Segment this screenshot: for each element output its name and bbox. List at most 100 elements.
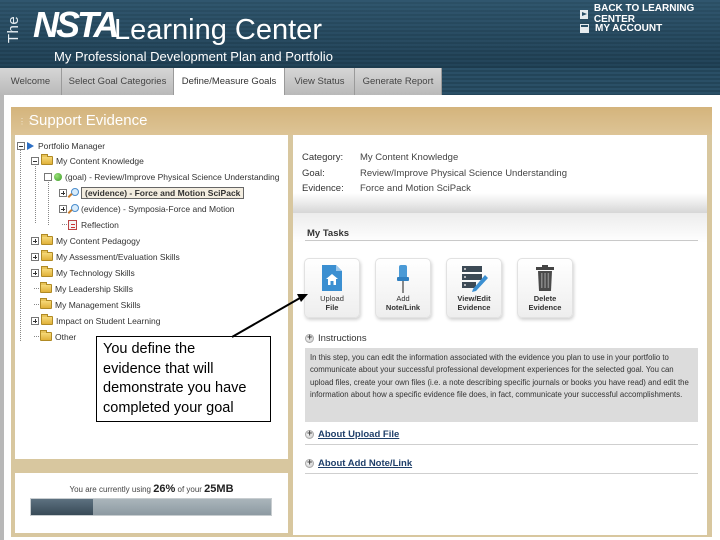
tree-item-label[interactable]: Other <box>55 332 76 342</box>
about-upload-file-link[interactable]: About Upload File <box>305 428 399 440</box>
tree-item-label[interactable]: (goal) - Review/Improve Physical Science… <box>65 172 279 182</box>
tree-item[interactable]: My Management Skills <box>34 298 141 311</box>
folder-icon <box>41 314 53 325</box>
storage-usage-text: You are currently using 26% of your 25MB <box>15 483 288 495</box>
tab-welcome[interactable]: Welcome <box>0 68 62 95</box>
annotation-callout: You define the evidence that will demons… <box>96 336 271 422</box>
my-account-link[interactable]: MY ACCOUNT <box>580 22 662 34</box>
tree-item[interactable]: My Content Pedagogy <box>31 234 140 247</box>
storage-usage-panel: You are currently using 26% of your 25MB <box>15 473 288 533</box>
divider <box>305 473 698 474</box>
tree-item-label[interactable]: Impact on Student Learning <box>56 316 160 326</box>
upload-file-button[interactable]: Upload File <box>304 258 360 318</box>
pushpin-icon <box>397 265 409 293</box>
tree-item-label[interactable]: My Leadership Skills <box>55 284 133 294</box>
tree-item-label[interactable]: My Technology Skills <box>56 268 135 278</box>
tree-item-label[interactable]: My Content Pedagogy <box>56 236 140 246</box>
tree-item-label[interactable]: (evidence) - Symposia-Force and Motion <box>81 204 235 214</box>
tree-item[interactable]: Reflection <box>62 218 119 231</box>
tab-view-status[interactable]: View Status <box>285 68 355 95</box>
tree-item[interactable]: My Assessment/Evaluation Skills <box>31 250 180 263</box>
panel-title-bar: ⋮⋮ Support Evidence <box>11 107 712 135</box>
account-icon <box>580 23 589 33</box>
folder-icon <box>40 330 52 341</box>
tree-item[interactable]: Impact on Student Learning <box>31 314 160 327</box>
instructions-toggle[interactable]: Instructions <box>305 332 367 344</box>
delete-evidence-button[interactable]: Delete Evidence <box>517 258 573 318</box>
logo-brand[interactable]: NSTA <box>33 4 119 46</box>
about-add-note-link-label[interactable]: About Add Note/Link <box>318 458 412 469</box>
logo-the-text: The <box>5 15 23 44</box>
tree-item[interactable]: (evidence) - Symposia-Force and Motion <box>59 202 235 215</box>
divider <box>305 444 698 445</box>
collapse-toggle[interactable] <box>17 141 25 150</box>
tree-item-label[interactable]: My Content Knowledge <box>56 156 144 166</box>
expand-circle-icon <box>305 457 314 468</box>
tab-define-measure-goals[interactable]: Define/Measure Goals <box>174 68 285 95</box>
category-label: Category: <box>302 152 344 163</box>
expand-toggle[interactable] <box>31 268 39 277</box>
tree-root[interactable]: Portfolio Manager <box>17 139 105 152</box>
tree-item-selected[interactable]: (evidence) - Force and Motion SciPack <box>59 186 245 199</box>
tree-item-label[interactable]: My Assessment/Evaluation Skills <box>56 252 180 262</box>
instructions-text: In this step, you can edit the informati… <box>305 348 698 422</box>
expand-toggle[interactable] <box>31 316 39 325</box>
storage-quota: 25MB <box>204 483 234 495</box>
expander-box[interactable] <box>44 172 52 181</box>
trash-icon <box>536 265 554 291</box>
site-header: The NSTA Learning Center My Professional… <box>0 0 720 68</box>
add-note-link-button[interactable]: Add Note/Link <box>375 258 431 318</box>
folder-icon <box>40 282 52 293</box>
section-separator <box>293 193 707 213</box>
magnifier-icon <box>69 187 79 198</box>
add-note-link-label: Add Note/Link <box>385 294 421 312</box>
tree-item[interactable]: (goal) - Review/Improve Physical Science… <box>44 170 279 183</box>
expand-toggle[interactable] <box>59 188 67 197</box>
callout-line: evidence that will <box>103 360 214 377</box>
folder-icon <box>41 154 53 165</box>
magnifier-icon <box>69 203 79 214</box>
upload-file-icon <box>322 265 342 291</box>
delete-evidence-label: Delete Evidence <box>528 294 562 312</box>
view-edit-evidence-button[interactable]: View/Edit Evidence <box>446 258 502 318</box>
callout-line: You define the <box>103 341 196 357</box>
upload-file-label: Upload File <box>320 294 344 312</box>
tree-item-label[interactable]: Reflection <box>81 220 119 230</box>
evidence-detail-panel: Category: My Content Knowledge Goal: Rev… <box>293 135 707 535</box>
folder-icon <box>41 234 53 245</box>
about-upload-file-label[interactable]: About Upload File <box>318 429 399 440</box>
tree-item-label[interactable]: (evidence) - Force and Motion SciPack <box>81 186 245 199</box>
expand-toggle[interactable] <box>31 236 39 245</box>
tab-bar: Welcome Select Goal Categories Define/Me… <box>0 68 720 95</box>
expand-circle-icon <box>305 332 314 343</box>
tab-select-goal-categories[interactable]: Select Goal Categories <box>62 68 174 95</box>
left-edge-border <box>0 95 4 540</box>
tree-guide-line <box>20 145 21 341</box>
tree-item[interactable]: My Leadership Skills <box>34 282 133 295</box>
tree-root-label[interactable]: Portfolio Manager <box>38 141 105 151</box>
collapse-toggle[interactable] <box>31 156 39 165</box>
tree-item[interactable]: My Technology Skills <box>31 266 135 279</box>
tree-guide-line <box>35 159 36 223</box>
tree-item[interactable]: Other <box>34 330 76 343</box>
callout-line: demonstrate you have <box>103 380 247 396</box>
storage-middle: of your <box>175 485 205 494</box>
page: The NSTA Learning Center My Professional… <box>0 0 720 540</box>
logo-the: The <box>5 8 26 48</box>
storage-progress-bar <box>30 498 272 516</box>
my-tasks-title: My Tasks <box>307 228 350 239</box>
reflection-icon <box>68 219 77 230</box>
divider <box>305 240 698 241</box>
tab-generate-report[interactable]: Generate Report <box>355 68 442 95</box>
callout-line: completed your goal <box>103 399 234 416</box>
tree-item-label[interactable]: My Management Skills <box>55 300 141 310</box>
tree-connector <box>62 224 67 225</box>
my-account-label: MY ACCOUNT <box>595 22 663 34</box>
tasks-header-band <box>293 213 707 243</box>
tree-item[interactable]: My Content Knowledge <box>31 154 144 167</box>
back-to-learning-center-link[interactable]: BACK TO LEARNING CENTER <box>580 3 720 25</box>
storage-prefix: You are currently using <box>69 485 154 494</box>
expand-toggle[interactable] <box>31 252 39 261</box>
expand-toggle[interactable] <box>59 204 67 213</box>
about-add-note-link-link[interactable]: About Add Note/Link <box>305 457 412 469</box>
